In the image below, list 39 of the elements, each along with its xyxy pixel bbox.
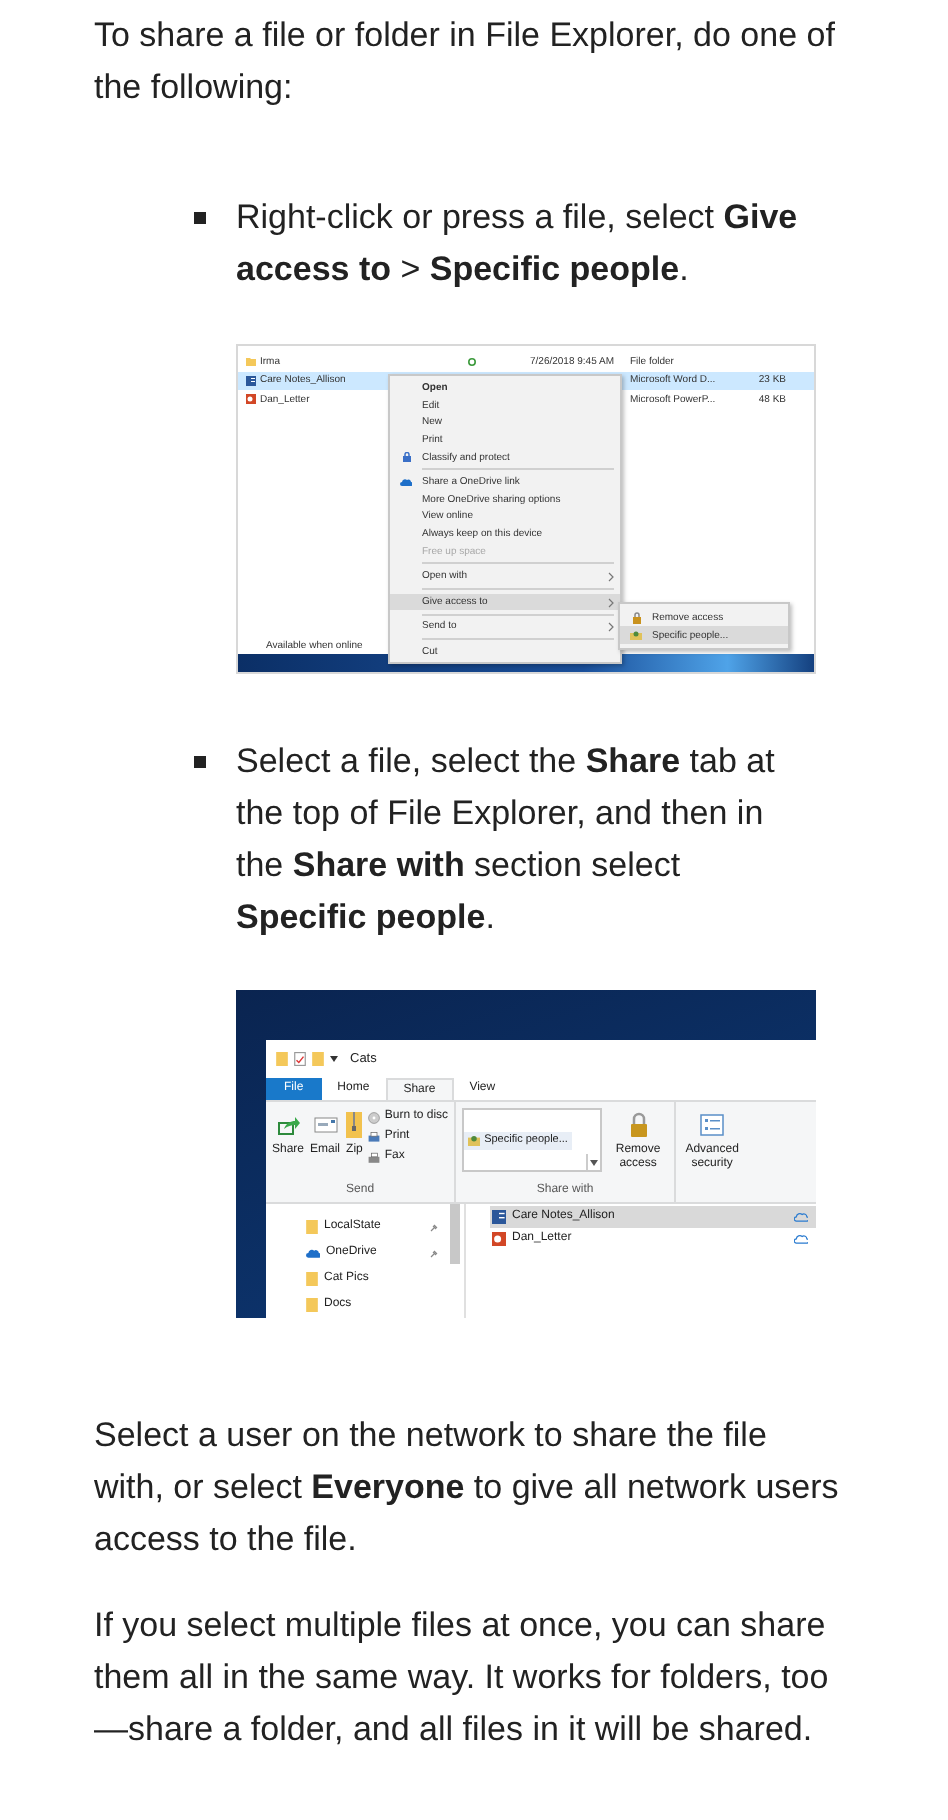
people-icon (630, 630, 642, 640)
pin-icon[interactable] (430, 1249, 438, 1257)
folder-icon (246, 356, 256, 367)
lock-icon (631, 611, 641, 623)
presentation-icon (492, 1232, 506, 1246)
security-list-icon (700, 1112, 725, 1138)
paragraph: If you select multiple files at once, you can share them all in the same way. It works for folders, too—share a folder, and all files in it will be shared. (94, 1604, 831, 1752)
chevron-right-icon (608, 597, 614, 608)
zip-folder-icon (346, 1112, 363, 1138)
synced-icon (468, 357, 476, 366)
disc-icon (368, 1111, 381, 1123)
chevron-right-icon (608, 571, 614, 582)
paragraph: Select a user on the network to share the file with, or select Everyone to give all network users access to the file. (94, 1414, 840, 1562)
chevron-right-icon (608, 622, 614, 633)
cloud-icon (400, 478, 412, 487)
scrollbar[interactable] (450, 1204, 460, 1264)
word-document-icon (492, 1210, 506, 1224)
step-text: Right-click or press a file, select Give access to > Specific people. (236, 196, 800, 292)
lock-icon (629, 1112, 648, 1138)
pin-icon[interactable] (430, 1223, 438, 1231)
bullet-icon (194, 756, 206, 768)
email-icon (313, 1112, 338, 1138)
dropdown-icon[interactable] (590, 1159, 599, 1165)
printer-icon (368, 1131, 381, 1143)
intro-text: To share a file or folder in File Explorer, do one of the following: (94, 14, 837, 110)
people-icon (468, 1134, 481, 1146)
share-icon (277, 1112, 299, 1138)
presentation-icon (246, 394, 256, 405)
folder-icon (312, 1052, 324, 1066)
fax-icon (368, 1151, 381, 1163)
folder-icon (276, 1052, 288, 1066)
properties-icon (294, 1052, 306, 1066)
dropdown-icon[interactable] (330, 1056, 338, 1062)
bullet-icon (194, 212, 206, 224)
cloud-icon (306, 1248, 320, 1258)
folder-icon (306, 1220, 318, 1234)
word-document-icon (246, 375, 256, 386)
lock-icon (401, 452, 411, 463)
step-text: Select a file, select the Share tab at the top of File Explorer, and then in the Share with section select Specific people. (236, 740, 777, 940)
